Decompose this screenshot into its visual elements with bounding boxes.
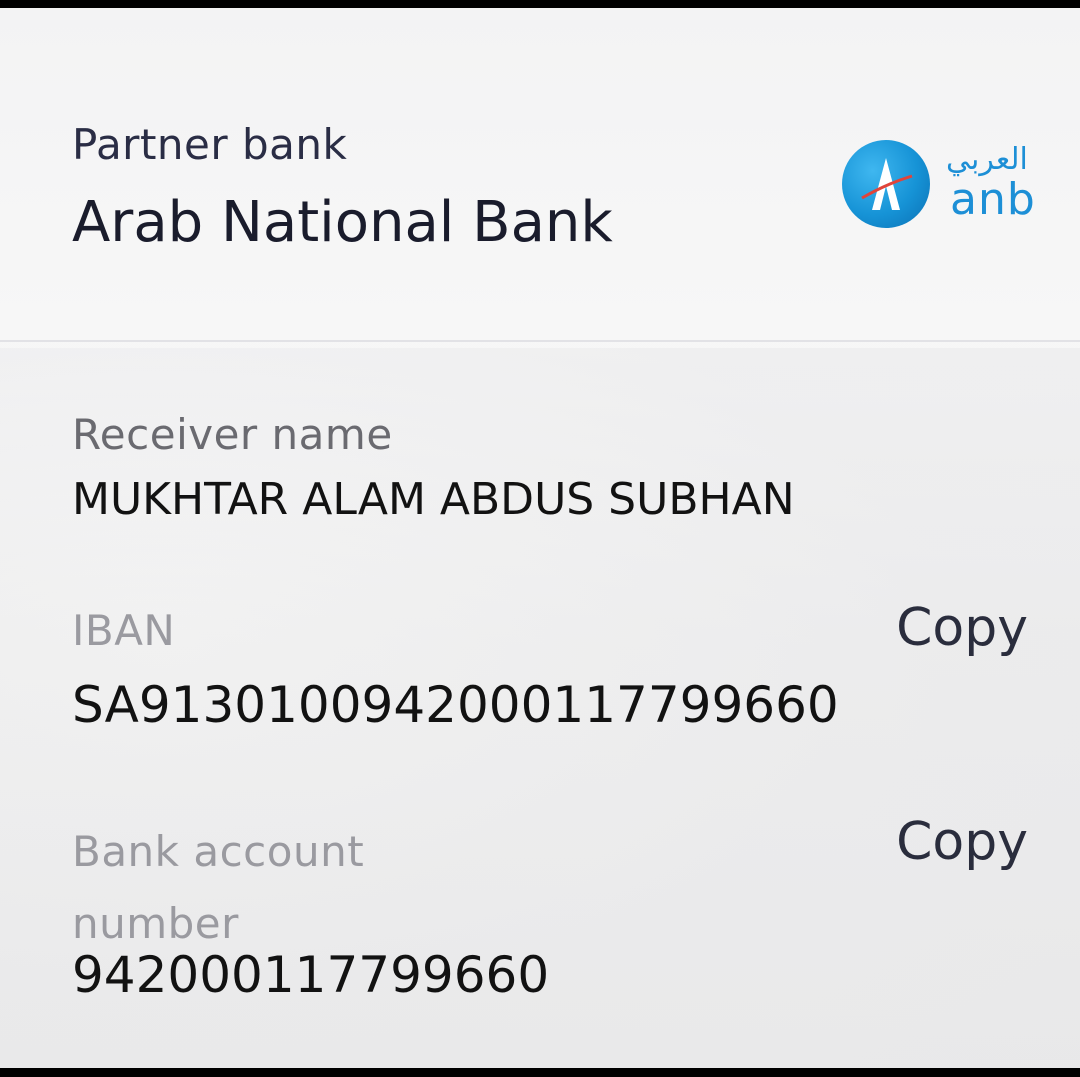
copy-account-number-button[interactable]: Copy	[896, 812, 1028, 872]
bank-account-number-label: Bank account number	[72, 827, 365, 948]
receiver-name-value: MUKHTAR ALAM ABDUS SUBHAN	[72, 474, 795, 525]
bank-account-number-value: 942000117799660	[72, 946, 550, 1004]
anb-logo-arabic: العربي	[946, 142, 1028, 177]
section-divider	[0, 340, 1080, 342]
anb-logo-latin: anb	[950, 174, 1036, 225]
bank-details-screen: Partner bank Arab National Bank العربي a…	[0, 8, 1080, 1068]
partner-bank-section: Partner bank Arab National Bank العربي a…	[0, 8, 1080, 340]
receiver-name-label: Receiver name	[72, 410, 393, 459]
copy-iban-button[interactable]: Copy	[896, 598, 1028, 658]
iban-value: SA9130100942000117799660	[72, 676, 839, 734]
anb-logo: العربي anb	[842, 138, 1042, 234]
partner-bank-label: Partner bank	[72, 120, 348, 169]
iban-label: IBAN	[72, 606, 176, 655]
anb-logo-icon	[842, 140, 930, 228]
partner-bank-name: Arab National Bank	[72, 190, 613, 255]
